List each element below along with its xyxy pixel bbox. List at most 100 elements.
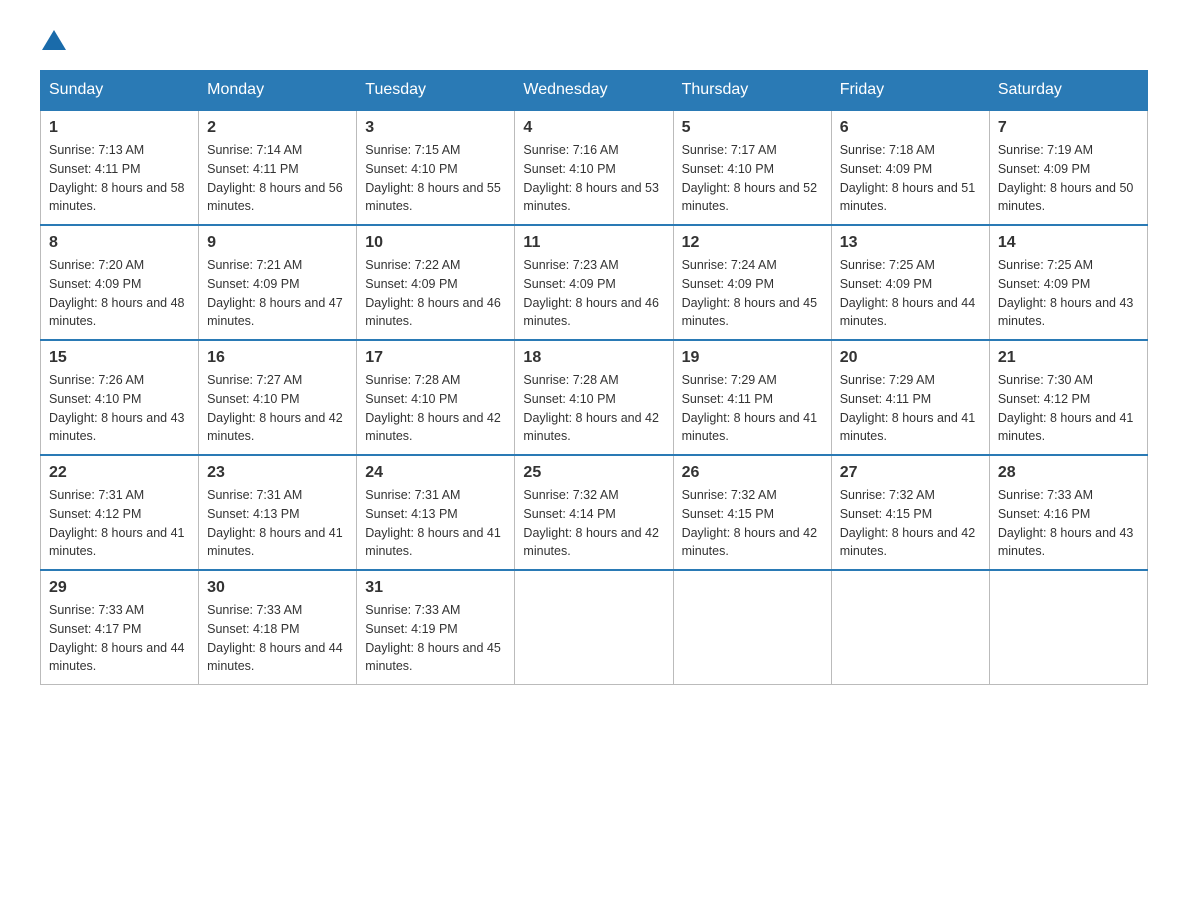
day-info: Sunrise: 7:16 AMSunset: 4:10 PMDaylight:… xyxy=(523,141,664,216)
calendar-table: SundayMondayTuesdayWednesdayThursdayFrid… xyxy=(40,70,1148,685)
calendar-cell: 21 Sunrise: 7:30 AMSunset: 4:12 PMDayligh… xyxy=(989,340,1147,455)
day-number: 16 xyxy=(207,349,348,367)
day-info: Sunrise: 7:28 AMSunset: 4:10 PMDaylight:… xyxy=(523,371,664,446)
logo-triangle-icon xyxy=(42,30,66,50)
day-number: 3 xyxy=(365,119,506,137)
calendar-cell xyxy=(515,570,673,685)
day-info: Sunrise: 7:32 AMSunset: 4:14 PMDaylight:… xyxy=(523,486,664,561)
day-number: 19 xyxy=(682,349,823,367)
calendar-cell: 5Sunrise: 7:17 AMSunset: 4:10 PMDaylight… xyxy=(673,110,831,225)
day-info: Sunrise: 7:26 AMSunset: 4:10 PMDaylight:… xyxy=(49,371,190,446)
day-number: 11 xyxy=(523,234,664,252)
day-info: Sunrise: 7:19 AMSunset: 4:09 PMDaylight:… xyxy=(998,141,1139,216)
logo xyxy=(40,30,68,50)
calendar-cell: 25 Sunrise: 7:32 AMSunset: 4:14 PMDayligh… xyxy=(515,455,673,570)
calendar-cell: 16 Sunrise: 7:27 AMSunset: 4:10 PMDayligh… xyxy=(199,340,357,455)
day-number: 2 xyxy=(207,119,348,137)
day-info: Sunrise: 7:25 AMSunset: 4:09 PMDaylight:… xyxy=(998,256,1139,331)
day-info: Sunrise: 7:31 AMSunset: 4:13 PMDaylight:… xyxy=(365,486,506,561)
day-number: 29 xyxy=(49,579,190,597)
day-info: Sunrise: 7:32 AMSunset: 4:15 PMDaylight:… xyxy=(682,486,823,561)
day-number: 1 xyxy=(49,119,190,137)
calendar-cell: 13 Sunrise: 7:25 AMSunset: 4:09 PMDayligh… xyxy=(831,225,989,340)
day-info: Sunrise: 7:33 AMSunset: 4:18 PMDaylight:… xyxy=(207,601,348,676)
day-info: Sunrise: 7:22 AMSunset: 4:09 PMDaylight:… xyxy=(365,256,506,331)
day-info: Sunrise: 7:15 AMSunset: 4:10 PMDaylight:… xyxy=(365,141,506,216)
day-number: 8 xyxy=(49,234,190,252)
calendar-week-row: 15Sunrise: 7:26 AMSunset: 4:10 PMDayligh… xyxy=(41,340,1148,455)
calendar-cell xyxy=(831,570,989,685)
calendar-cell: 23 Sunrise: 7:31 AMSunset: 4:13 PMDayligh… xyxy=(199,455,357,570)
calendar-week-row: 29 Sunrise: 7:33 AMSunset: 4:17 PMDayligh… xyxy=(41,570,1148,685)
day-info: Sunrise: 7:14 AMSunset: 4:11 PMDaylight:… xyxy=(207,141,348,216)
day-number: 22 xyxy=(49,464,190,482)
calendar-cell: 6 Sunrise: 7:18 AMSunset: 4:09 PMDaylight… xyxy=(831,110,989,225)
day-number: 31 xyxy=(365,579,506,597)
calendar-cell: 10Sunrise: 7:22 AMSunset: 4:09 PMDayligh… xyxy=(357,225,515,340)
calendar-cell: 31Sunrise: 7:33 AMSunset: 4:19 PMDayligh… xyxy=(357,570,515,685)
calendar-cell: 9 Sunrise: 7:21 AMSunset: 4:09 PMDaylight… xyxy=(199,225,357,340)
day-number: 12 xyxy=(682,234,823,252)
day-info: Sunrise: 7:30 AMSunset: 4:12 PMDaylight:… xyxy=(998,371,1139,446)
calendar-cell: 18 Sunrise: 7:28 AMSunset: 4:10 PMDayligh… xyxy=(515,340,673,455)
day-info: Sunrise: 7:27 AMSunset: 4:10 PMDaylight:… xyxy=(207,371,348,446)
calendar-cell: 19 Sunrise: 7:29 AMSunset: 4:11 PMDayligh… xyxy=(673,340,831,455)
calendar-cell: 22Sunrise: 7:31 AMSunset: 4:12 PMDayligh… xyxy=(41,455,199,570)
day-info: Sunrise: 7:29 AMSunset: 4:11 PMDaylight:… xyxy=(840,371,981,446)
calendar-cell: 1 Sunrise: 7:13 AMSunset: 4:11 PMDaylight… xyxy=(41,110,199,225)
calendar-cell: 3 Sunrise: 7:15 AMSunset: 4:10 PMDaylight… xyxy=(357,110,515,225)
calendar-cell: 4 Sunrise: 7:16 AMSunset: 4:10 PMDaylight… xyxy=(515,110,673,225)
day-number: 24 xyxy=(365,464,506,482)
day-number: 27 xyxy=(840,464,981,482)
day-number: 6 xyxy=(840,119,981,137)
calendar-week-row: 22Sunrise: 7:31 AMSunset: 4:12 PMDayligh… xyxy=(41,455,1148,570)
day-info: Sunrise: 7:33 AMSunset: 4:16 PMDaylight:… xyxy=(998,486,1139,561)
day-number: 4 xyxy=(523,119,664,137)
day-number: 30 xyxy=(207,579,348,597)
calendar-cell: 12 Sunrise: 7:24 AMSunset: 4:09 PMDayligh… xyxy=(673,225,831,340)
calendar-cell: 28 Sunrise: 7:33 AMSunset: 4:16 PMDayligh… xyxy=(989,455,1147,570)
header-day-saturday: Saturday xyxy=(989,71,1147,111)
calendar-cell: 17 Sunrise: 7:28 AMSunset: 4:10 PMDayligh… xyxy=(357,340,515,455)
day-info: Sunrise: 7:18 AMSunset: 4:09 PMDaylight:… xyxy=(840,141,981,216)
day-number: 18 xyxy=(523,349,664,367)
day-number: 28 xyxy=(998,464,1139,482)
calendar-cell: 2 Sunrise: 7:14 AMSunset: 4:11 PMDaylight… xyxy=(199,110,357,225)
calendar-header-row: SundayMondayTuesdayWednesdayThursdayFrid… xyxy=(41,71,1148,111)
day-info: Sunrise: 7:23 AMSunset: 4:09 PMDaylight:… xyxy=(523,256,664,331)
calendar-cell: 7Sunrise: 7:19 AMSunset: 4:09 PMDaylight… xyxy=(989,110,1147,225)
calendar-week-row: 8 Sunrise: 7:20 AMSunset: 4:09 PMDaylight… xyxy=(41,225,1148,340)
day-info: Sunrise: 7:33 AMSunset: 4:17 PMDaylight:… xyxy=(49,601,190,676)
calendar-cell: 15Sunrise: 7:26 AMSunset: 4:10 PMDayligh… xyxy=(41,340,199,455)
header-day-tuesday: Tuesday xyxy=(357,71,515,111)
day-info: Sunrise: 7:31 AMSunset: 4:13 PMDaylight:… xyxy=(207,486,348,561)
calendar-cell: 30 Sunrise: 7:33 AMSunset: 4:18 PMDayligh… xyxy=(199,570,357,685)
header-day-monday: Monday xyxy=(199,71,357,111)
day-number: 23 xyxy=(207,464,348,482)
day-info: Sunrise: 7:25 AMSunset: 4:09 PMDaylight:… xyxy=(840,256,981,331)
day-info: Sunrise: 7:24 AMSunset: 4:09 PMDaylight:… xyxy=(682,256,823,331)
page-header xyxy=(40,30,1148,50)
day-info: Sunrise: 7:17 AMSunset: 4:10 PMDaylight:… xyxy=(682,141,823,216)
calendar-cell: 14Sunrise: 7:25 AMSunset: 4:09 PMDayligh… xyxy=(989,225,1147,340)
day-info: Sunrise: 7:28 AMSunset: 4:10 PMDaylight:… xyxy=(365,371,506,446)
calendar-cell: 20Sunrise: 7:29 AMSunset: 4:11 PMDayligh… xyxy=(831,340,989,455)
day-number: 17 xyxy=(365,349,506,367)
header-day-friday: Friday xyxy=(831,71,989,111)
calendar-cell: 8 Sunrise: 7:20 AMSunset: 4:09 PMDaylight… xyxy=(41,225,199,340)
day-number: 26 xyxy=(682,464,823,482)
day-number: 13 xyxy=(840,234,981,252)
day-info: Sunrise: 7:29 AMSunset: 4:11 PMDaylight:… xyxy=(682,371,823,446)
day-info: Sunrise: 7:21 AMSunset: 4:09 PMDaylight:… xyxy=(207,256,348,331)
day-info: Sunrise: 7:20 AMSunset: 4:09 PMDaylight:… xyxy=(49,256,190,331)
calendar-week-row: 1 Sunrise: 7:13 AMSunset: 4:11 PMDaylight… xyxy=(41,110,1148,225)
header-day-wednesday: Wednesday xyxy=(515,71,673,111)
day-number: 21 xyxy=(998,349,1139,367)
calendar-cell: 11 Sunrise: 7:23 AMSunset: 4:09 PMDayligh… xyxy=(515,225,673,340)
day-info: Sunrise: 7:13 AMSunset: 4:11 PMDaylight:… xyxy=(49,141,190,216)
day-number: 25 xyxy=(523,464,664,482)
calendar-cell xyxy=(989,570,1147,685)
day-number: 9 xyxy=(207,234,348,252)
header-day-thursday: Thursday xyxy=(673,71,831,111)
day-info: Sunrise: 7:32 AMSunset: 4:15 PMDaylight:… xyxy=(840,486,981,561)
